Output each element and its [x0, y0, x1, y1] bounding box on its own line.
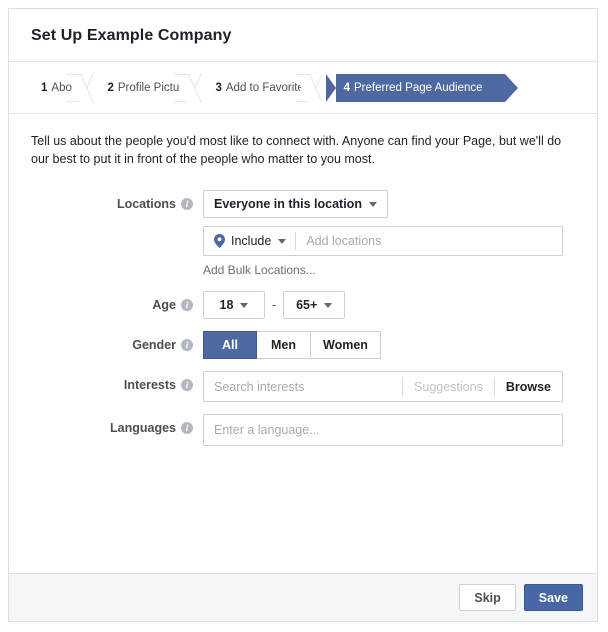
location-scope-select[interactable]: Everyone in this location	[203, 190, 388, 218]
chevron-down-icon	[368, 201, 377, 207]
step-label: Profile Picture	[117, 82, 190, 94]
age-field: 18 - 65+	[203, 291, 575, 319]
dialog-footer: Skip Save	[9, 573, 597, 621]
locations-label-text: Locations	[116, 197, 176, 211]
info-icon[interactable]: i	[181, 339, 193, 351]
add-bulk-locations-link[interactable]: Add Bulk Locations...	[203, 263, 316, 277]
step-breadcrumb: 1 About 2 Profile Picture 3 Add to Favor…	[31, 74, 575, 102]
row-locations: Locations i Everyone in this location In…	[31, 190, 575, 279]
age-range-separator: -	[272, 298, 277, 312]
age-min-select[interactable]: 18	[203, 291, 265, 319]
gender-option-women[interactable]: Women	[311, 331, 381, 359]
languages-input-box	[203, 414, 563, 446]
interests-label-text: Interests	[123, 378, 176, 392]
age-label-text: Age	[152, 298, 176, 312]
step-number: 1	[41, 82, 48, 94]
step-label: Add to Favorites	[225, 82, 310, 94]
locations-label: Locations i	[31, 190, 203, 218]
steps-wrapper: 1 About 2 Profile Picture 3 Add to Favor…	[9, 62, 597, 102]
info-icon[interactable]: i	[181, 379, 193, 391]
interests-input-box: Suggestions Browse	[203, 371, 563, 402]
gender-label: Gender i	[31, 331, 203, 359]
step-profile-picture[interactable]: 2 Profile Picture	[93, 74, 202, 102]
gender-option-men[interactable]: Men	[257, 331, 311, 359]
save-button[interactable]: Save	[523, 584, 583, 611]
map-pin-icon	[214, 234, 225, 248]
page-title: Set Up Example Company	[31, 27, 232, 44]
chevron-down-icon	[278, 238, 287, 244]
interests-label: Interests i	[31, 371, 203, 399]
interests-suggestions-button[interactable]: Suggestions	[403, 372, 494, 401]
chevron-down-icon	[324, 302, 333, 308]
include-exclude-select[interactable]: Include	[204, 227, 295, 255]
row-languages: Languages i	[31, 414, 575, 446]
row-age: Age i 18 - 65+	[31, 291, 575, 319]
step-add-to-favorites[interactable]: 3 Add to Favorites	[201, 74, 322, 102]
skip-button[interactable]: Skip	[459, 584, 516, 611]
gender-segmented-control: All Men Women	[203, 331, 575, 359]
row-interests: Interests i Suggestions Browse	[31, 371, 575, 402]
languages-field	[203, 414, 575, 446]
interests-input[interactable]	[204, 372, 403, 401]
step-label: About	[51, 82, 82, 94]
setup-dialog: Set Up Example Company 1 About 2 Profile…	[8, 8, 598, 622]
locations-input-box: Include	[203, 226, 563, 256]
locations-input[interactable]	[296, 227, 562, 255]
age-max-select[interactable]: 65+	[283, 291, 346, 319]
row-gender: Gender i All Men Women	[31, 331, 575, 359]
location-scope-value: Everyone in this location	[214, 197, 362, 211]
include-label: Include	[231, 234, 272, 248]
step-preferred-page-audience[interactable]: 4 Preferred Page Audience	[325, 74, 518, 102]
info-icon[interactable]: i	[181, 299, 193, 311]
languages-input[interactable]	[204, 415, 562, 445]
step-number: 4	[343, 82, 351, 94]
chevron-down-icon	[240, 302, 249, 308]
step-number: 3	[215, 82, 222, 94]
step-number: 2	[107, 82, 114, 94]
dialog-header: Set Up Example Company	[9, 9, 597, 61]
dialog-body: Tell us about the people you'd most like…	[9, 114, 597, 573]
age-max-value: 65+	[296, 298, 318, 312]
intro-text: Tell us about the people you'd most like…	[31, 134, 562, 166]
step-about[interactable]: 1 About	[31, 74, 94, 102]
info-icon[interactable]: i	[181, 422, 193, 434]
locations-field: Everyone in this location Include Add lo…	[203, 190, 575, 279]
age-min-value: 18	[219, 298, 234, 312]
interests-field: Suggestions Browse	[203, 371, 575, 402]
age-label: Age i	[31, 291, 203, 319]
languages-label: Languages i	[31, 414, 203, 442]
step-label: Preferred Page Audience	[354, 82, 483, 94]
languages-label-text: Languages	[110, 421, 176, 435]
gender-field: All Men Women	[203, 331, 575, 359]
interests-browse-button[interactable]: Browse	[495, 372, 562, 401]
gender-option-all[interactable]: All	[203, 331, 257, 359]
info-icon[interactable]: i	[181, 198, 193, 210]
gender-label-text: Gender	[132, 338, 176, 352]
